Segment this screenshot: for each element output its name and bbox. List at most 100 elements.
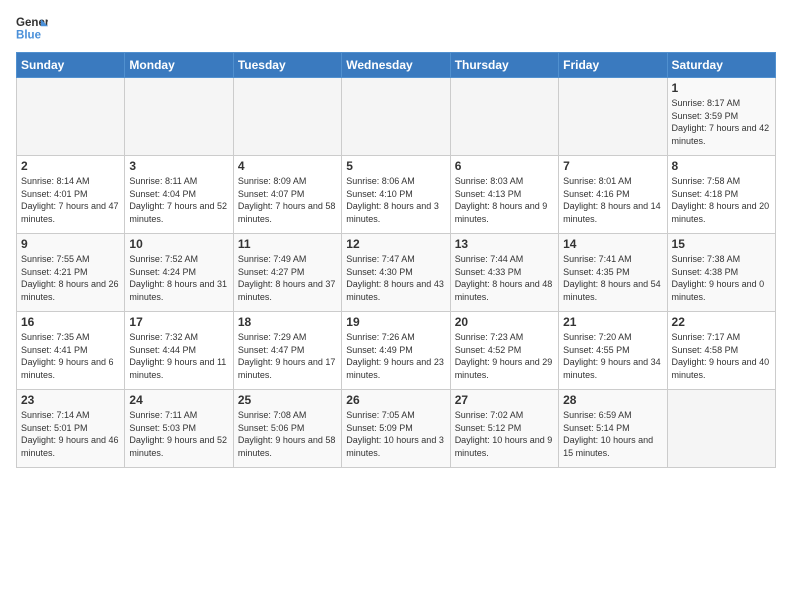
day-cell: 18 Sunrise: 7:29 AM Sunset: 4:47 PM Dayli… — [233, 312, 341, 390]
day-info: Sunrise: 7:05 AM Sunset: 5:09 PM Dayligh… — [346, 409, 445, 459]
day-cell: 26 Sunrise: 7:05 AM Sunset: 5:09 PM Dayli… — [342, 390, 450, 468]
day-number: 14 — [563, 237, 662, 251]
col-header-tuesday: Tuesday — [233, 53, 341, 78]
day-info: Sunrise: 7:55 AM Sunset: 4:21 PM Dayligh… — [21, 253, 120, 303]
day-number: 4 — [238, 159, 337, 173]
day-info: Sunrise: 7:47 AM Sunset: 4:30 PM Dayligh… — [346, 253, 445, 303]
day-info: Sunrise: 8:11 AM Sunset: 4:04 PM Dayligh… — [129, 175, 228, 225]
day-number: 24 — [129, 393, 228, 407]
day-info: Sunrise: 6:59 AM Sunset: 5:14 PM Dayligh… — [563, 409, 662, 459]
day-info: Sunrise: 7:17 AM Sunset: 4:58 PM Dayligh… — [672, 331, 771, 381]
day-number: 27 — [455, 393, 554, 407]
day-number: 10 — [129, 237, 228, 251]
day-cell: 3Sunrise: 8:11 AM Sunset: 4:04 PM Daylig… — [125, 156, 233, 234]
day-cell — [17, 78, 125, 156]
week-row-3: 9 Sunrise: 7:55 AM Sunset: 4:21 PM Daylig… — [17, 234, 776, 312]
day-info: Sunrise: 7:14 AM Sunset: 5:01 PM Dayligh… — [21, 409, 120, 459]
day-cell: 28Sunrise: 6:59 AM Sunset: 5:14 PM Dayli… — [559, 390, 667, 468]
svg-text:Blue: Blue — [16, 30, 42, 42]
day-info: Sunrise: 8:06 AM Sunset: 4:10 PM Dayligh… — [346, 175, 445, 225]
day-cell: 25 Sunrise: 7:08 AM Sunset: 5:06 PM Dayli… — [233, 390, 341, 468]
col-header-monday: Monday — [125, 53, 233, 78]
day-info: Sunrise: 7:35 AM Sunset: 4:41 PM Dayligh… — [21, 331, 120, 381]
day-info: Sunrise: 7:32 AM Sunset: 4:44 PM Dayligh… — [129, 331, 228, 381]
day-number: 15 — [672, 237, 771, 251]
day-number: 21 — [563, 315, 662, 329]
week-row-1: 1 Sunrise: 8:17 AM Sunset: 3:59 PM Daylig… — [17, 78, 776, 156]
day-number: 23 — [21, 393, 120, 407]
day-number: 6 — [455, 159, 554, 173]
day-number: 1 — [672, 81, 771, 95]
day-cell: 12 Sunrise: 7:47 AM Sunset: 4:30 PM Dayli… — [342, 234, 450, 312]
day-info: Sunrise: 8:09 AM Sunset: 4:07 PM Dayligh… — [238, 175, 337, 225]
day-cell — [125, 78, 233, 156]
day-info: Sunrise: 7:49 AM Sunset: 4:27 PM Dayligh… — [238, 253, 337, 303]
day-info: Sunrise: 7:52 AM Sunset: 4:24 PM Dayligh… — [129, 253, 228, 303]
day-cell — [667, 390, 775, 468]
day-info: Sunrise: 7:23 AM Sunset: 4:52 PM Dayligh… — [455, 331, 554, 381]
logo-icon: General Blue — [16, 12, 48, 44]
day-cell: 22Sunrise: 7:17 AM Sunset: 4:58 PM Dayli… — [667, 312, 775, 390]
day-info: Sunrise: 8:01 AM Sunset: 4:16 PM Dayligh… — [563, 175, 662, 225]
col-header-friday: Friday — [559, 53, 667, 78]
day-number: 17 — [129, 315, 228, 329]
day-cell: 14Sunrise: 7:41 AM Sunset: 4:35 PM Dayli… — [559, 234, 667, 312]
day-cell: 27 Sunrise: 7:02 AM Sunset: 5:12 PM Dayli… — [450, 390, 558, 468]
day-number: 25 — [238, 393, 337, 407]
day-number: 20 — [455, 315, 554, 329]
week-row-5: 23 Sunrise: 7:14 AM Sunset: 5:01 PM Dayli… — [17, 390, 776, 468]
day-info: Sunrise: 7:02 AM Sunset: 5:12 PM Dayligh… — [455, 409, 554, 459]
day-cell: 23 Sunrise: 7:14 AM Sunset: 5:01 PM Dayli… — [17, 390, 125, 468]
day-number: 11 — [238, 237, 337, 251]
day-cell — [559, 78, 667, 156]
day-cell: 13Sunrise: 7:44 AM Sunset: 4:33 PM Dayli… — [450, 234, 558, 312]
day-info: Sunrise: 7:26 AM Sunset: 4:49 PM Dayligh… — [346, 331, 445, 381]
day-cell — [233, 78, 341, 156]
day-cell — [342, 78, 450, 156]
day-cell: 19 Sunrise: 7:26 AM Sunset: 4:49 PM Dayli… — [342, 312, 450, 390]
day-cell: 20 Sunrise: 7:23 AM Sunset: 4:52 PM Dayli… — [450, 312, 558, 390]
day-cell: 9 Sunrise: 7:55 AM Sunset: 4:21 PM Daylig… — [17, 234, 125, 312]
col-header-wednesday: Wednesday — [342, 53, 450, 78]
day-number: 26 — [346, 393, 445, 407]
day-info: Sunrise: 7:58 AM Sunset: 4:18 PM Dayligh… — [672, 175, 771, 225]
col-header-thursday: Thursday — [450, 53, 558, 78]
week-row-2: 2 Sunrise: 8:14 AM Sunset: 4:01 PM Daylig… — [17, 156, 776, 234]
day-cell: 16Sunrise: 7:35 AM Sunset: 4:41 PM Dayli… — [17, 312, 125, 390]
day-number: 12 — [346, 237, 445, 251]
day-number: 19 — [346, 315, 445, 329]
day-number: 7 — [563, 159, 662, 173]
day-number: 18 — [238, 315, 337, 329]
day-info: Sunrise: 8:14 AM Sunset: 4:01 PM Dayligh… — [21, 175, 120, 225]
day-cell: 8 Sunrise: 7:58 AM Sunset: 4:18 PM Daylig… — [667, 156, 775, 234]
day-number: 2 — [21, 159, 120, 173]
day-cell: 6Sunrise: 8:03 AM Sunset: 4:13 PM Daylig… — [450, 156, 558, 234]
day-cell: 2 Sunrise: 8:14 AM Sunset: 4:01 PM Daylig… — [17, 156, 125, 234]
day-info: Sunrise: 7:08 AM Sunset: 5:06 PM Dayligh… — [238, 409, 337, 459]
page: General Blue SundayMondayTuesdayWednesda… — [0, 0, 792, 612]
header-row: SundayMondayTuesdayWednesdayThursdayFrid… — [17, 53, 776, 78]
day-info: Sunrise: 8:17 AM Sunset: 3:59 PM Dayligh… — [672, 97, 771, 147]
day-cell: 17 Sunrise: 7:32 AM Sunset: 4:44 PM Dayli… — [125, 312, 233, 390]
day-cell: 11 Sunrise: 7:49 AM Sunset: 4:27 PM Dayli… — [233, 234, 341, 312]
day-cell: 21 Sunrise: 7:20 AM Sunset: 4:55 PM Dayli… — [559, 312, 667, 390]
day-cell: 5 Sunrise: 8:06 AM Sunset: 4:10 PM Daylig… — [342, 156, 450, 234]
logo: General Blue — [16, 12, 50, 44]
day-cell: 7 Sunrise: 8:01 AM Sunset: 4:16 PM Daylig… — [559, 156, 667, 234]
day-info: Sunrise: 7:44 AM Sunset: 4:33 PM Dayligh… — [455, 253, 554, 303]
header: General Blue — [16, 12, 776, 44]
col-header-saturday: Saturday — [667, 53, 775, 78]
calendar: SundayMondayTuesdayWednesdayThursdayFrid… — [16, 52, 776, 468]
col-header-sunday: Sunday — [17, 53, 125, 78]
day-number: 9 — [21, 237, 120, 251]
day-cell — [450, 78, 558, 156]
week-row-4: 16Sunrise: 7:35 AM Sunset: 4:41 PM Dayli… — [17, 312, 776, 390]
day-info: Sunrise: 7:20 AM Sunset: 4:55 PM Dayligh… — [563, 331, 662, 381]
day-number: 8 — [672, 159, 771, 173]
day-cell: 24 Sunrise: 7:11 AM Sunset: 5:03 PM Dayli… — [125, 390, 233, 468]
day-number: 5 — [346, 159, 445, 173]
day-cell: 15Sunrise: 7:38 AM Sunset: 4:38 PM Dayli… — [667, 234, 775, 312]
day-cell: 10 Sunrise: 7:52 AM Sunset: 4:24 PM Dayli… — [125, 234, 233, 312]
day-info: Sunrise: 7:29 AM Sunset: 4:47 PM Dayligh… — [238, 331, 337, 381]
day-info: Sunrise: 7:11 AM Sunset: 5:03 PM Dayligh… — [129, 409, 228, 459]
